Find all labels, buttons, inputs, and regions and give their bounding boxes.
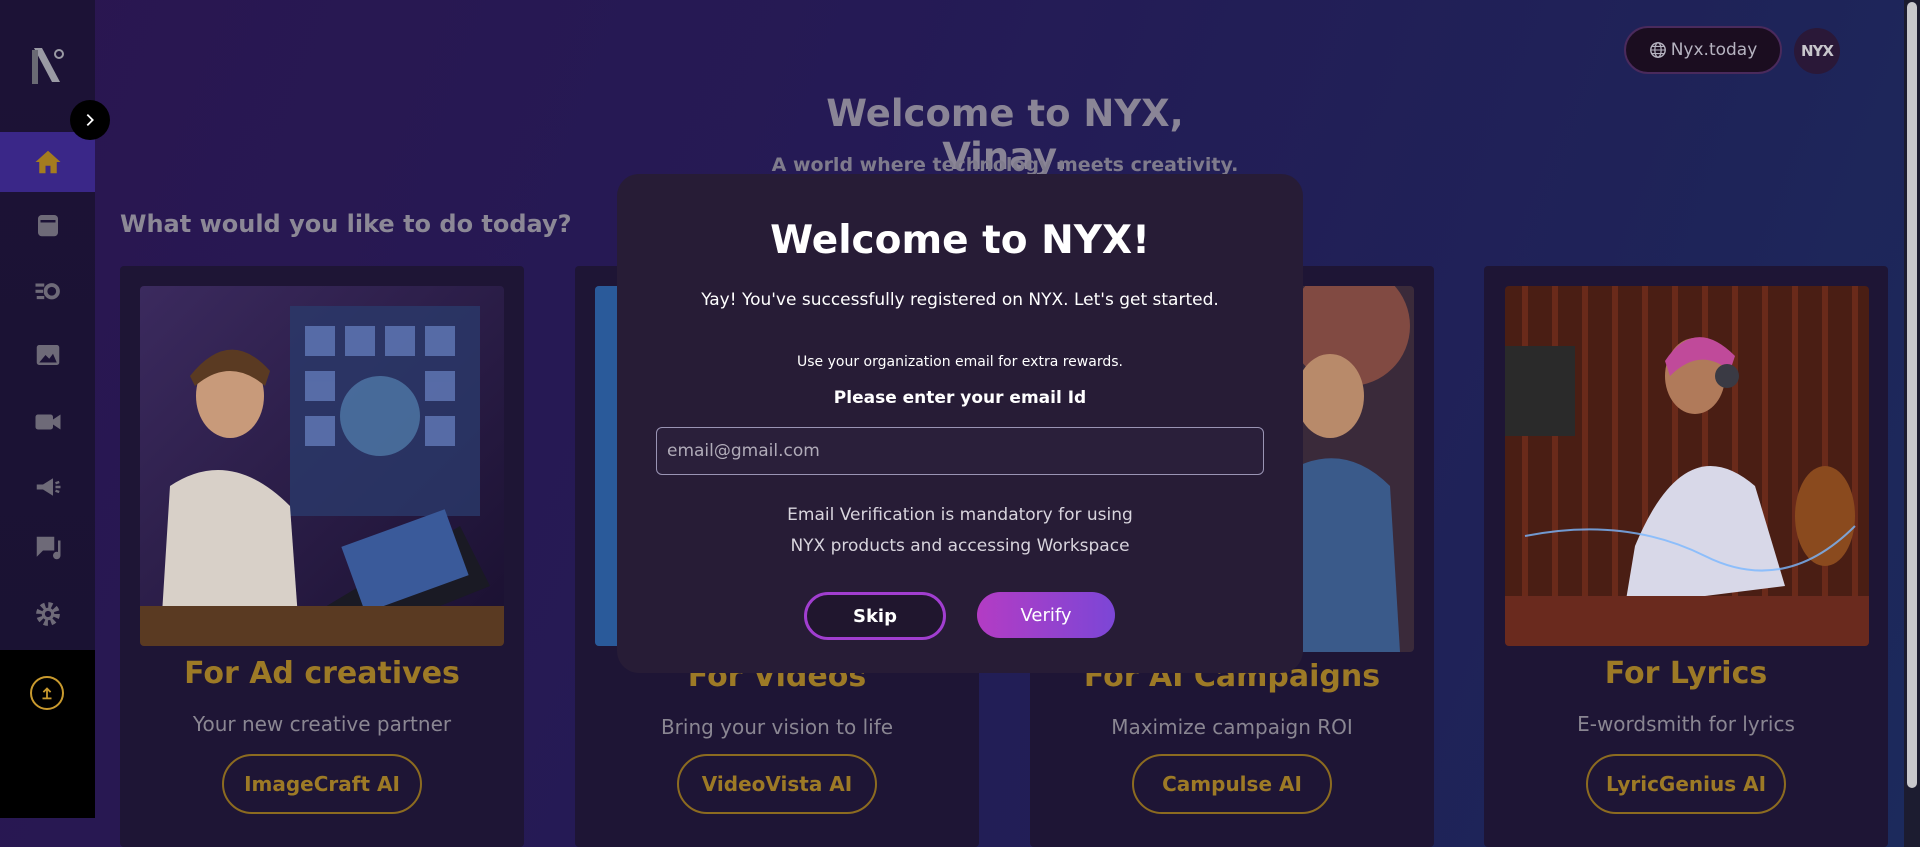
home-icon (35, 150, 60, 174)
site-link-button[interactable]: Nyx.today (1624, 26, 1782, 74)
ad-creatives-illustration (140, 286, 504, 646)
verify-button[interactable]: Verify (977, 592, 1115, 638)
card-tagline: Bring your vision to life (660, 715, 894, 739)
verification-note-line: Email Verification is mandatory for usin… (787, 505, 1133, 525)
settings-gear-icon (35, 602, 60, 626)
scrollbar[interactable] (1904, 0, 1920, 847)
globe-icon (1649, 42, 1666, 58)
workflow-gear-icon (35, 283, 60, 300)
lyricgenius-ai-button[interactable]: LyricGenius AI (1586, 754, 1786, 814)
email-label: Please enter your email Id (833, 388, 1087, 408)
card-lyrics: For Lyrics E-wordsmith for lyrics LyricG… (1484, 266, 1888, 847)
card-tagline: E-wordsmith for lyrics (1577, 712, 1795, 736)
videovista-ai-button[interactable]: VideoVista AI (677, 754, 877, 814)
lyrics-note-icon (36, 536, 60, 560)
verification-note: Email Verification is mandatory for usin… (617, 500, 1303, 562)
sidebar-item-campaigns[interactable] (0, 457, 95, 517)
avatar[interactable]: NYX (1794, 28, 1840, 74)
modal-message: Yay! You've successfully registered on N… (701, 290, 1219, 310)
upload-arrow-icon (42, 687, 52, 700)
imagecraft-ai-button[interactable]: ImageCraft AI (222, 754, 422, 814)
scrollbar-thumb[interactable] (1907, 2, 1917, 788)
sidebar-item-lyrics[interactable] (0, 518, 95, 578)
email-field[interactable] (656, 427, 1264, 475)
welcome-modal: Welcome to NYX! Yay! You've successfully… (617, 174, 1303, 673)
modal-hint: Use your organization email for extra re… (797, 354, 1123, 370)
verification-note-line: NYX products and accessing Workspace (790, 536, 1130, 556)
card-title: For Lyrics (1604, 656, 1768, 691)
sidebar-expand-button[interactable] (70, 100, 110, 140)
page-subtitle: A world where technology meets creativit… (771, 154, 1239, 176)
sidebar-item-workflow[interactable] (0, 260, 95, 320)
card-ad-creatives: For Ad creatives Your new creative partn… (120, 266, 524, 847)
lyrics-illustration (1505, 286, 1869, 646)
card-tagline: Your new creative partner (192, 712, 452, 736)
modal-title: Welcome to NYX! (770, 218, 1150, 263)
megaphone-icon (36, 478, 60, 496)
upload-button[interactable] (30, 676, 64, 710)
card-tagline: Maximize campaign ROI (1111, 715, 1353, 739)
sidebar-item-videos[interactable] (0, 392, 95, 452)
skip-button[interactable]: Skip (804, 592, 946, 640)
nyx-logo-icon[interactable] (28, 44, 68, 88)
sidebar-item-calendar[interactable] (0, 195, 95, 255)
sidebar-item-images[interactable] (0, 325, 95, 385)
sidebar-item-home[interactable] (0, 132, 95, 192)
video-camera-icon (35, 414, 60, 430)
campulse-ai-button[interactable]: Campulse AI (1132, 754, 1332, 814)
site-link-label: Nyx.today (1670, 40, 1758, 60)
sidebar-item-settings[interactable] (0, 584, 95, 644)
card-title: For Ad creatives (184, 656, 460, 691)
section-heading: What would you like to do today? (120, 210, 572, 238)
chevron-right-icon (86, 113, 94, 127)
calendar-icon (37, 215, 58, 237)
image-icon (36, 345, 59, 365)
